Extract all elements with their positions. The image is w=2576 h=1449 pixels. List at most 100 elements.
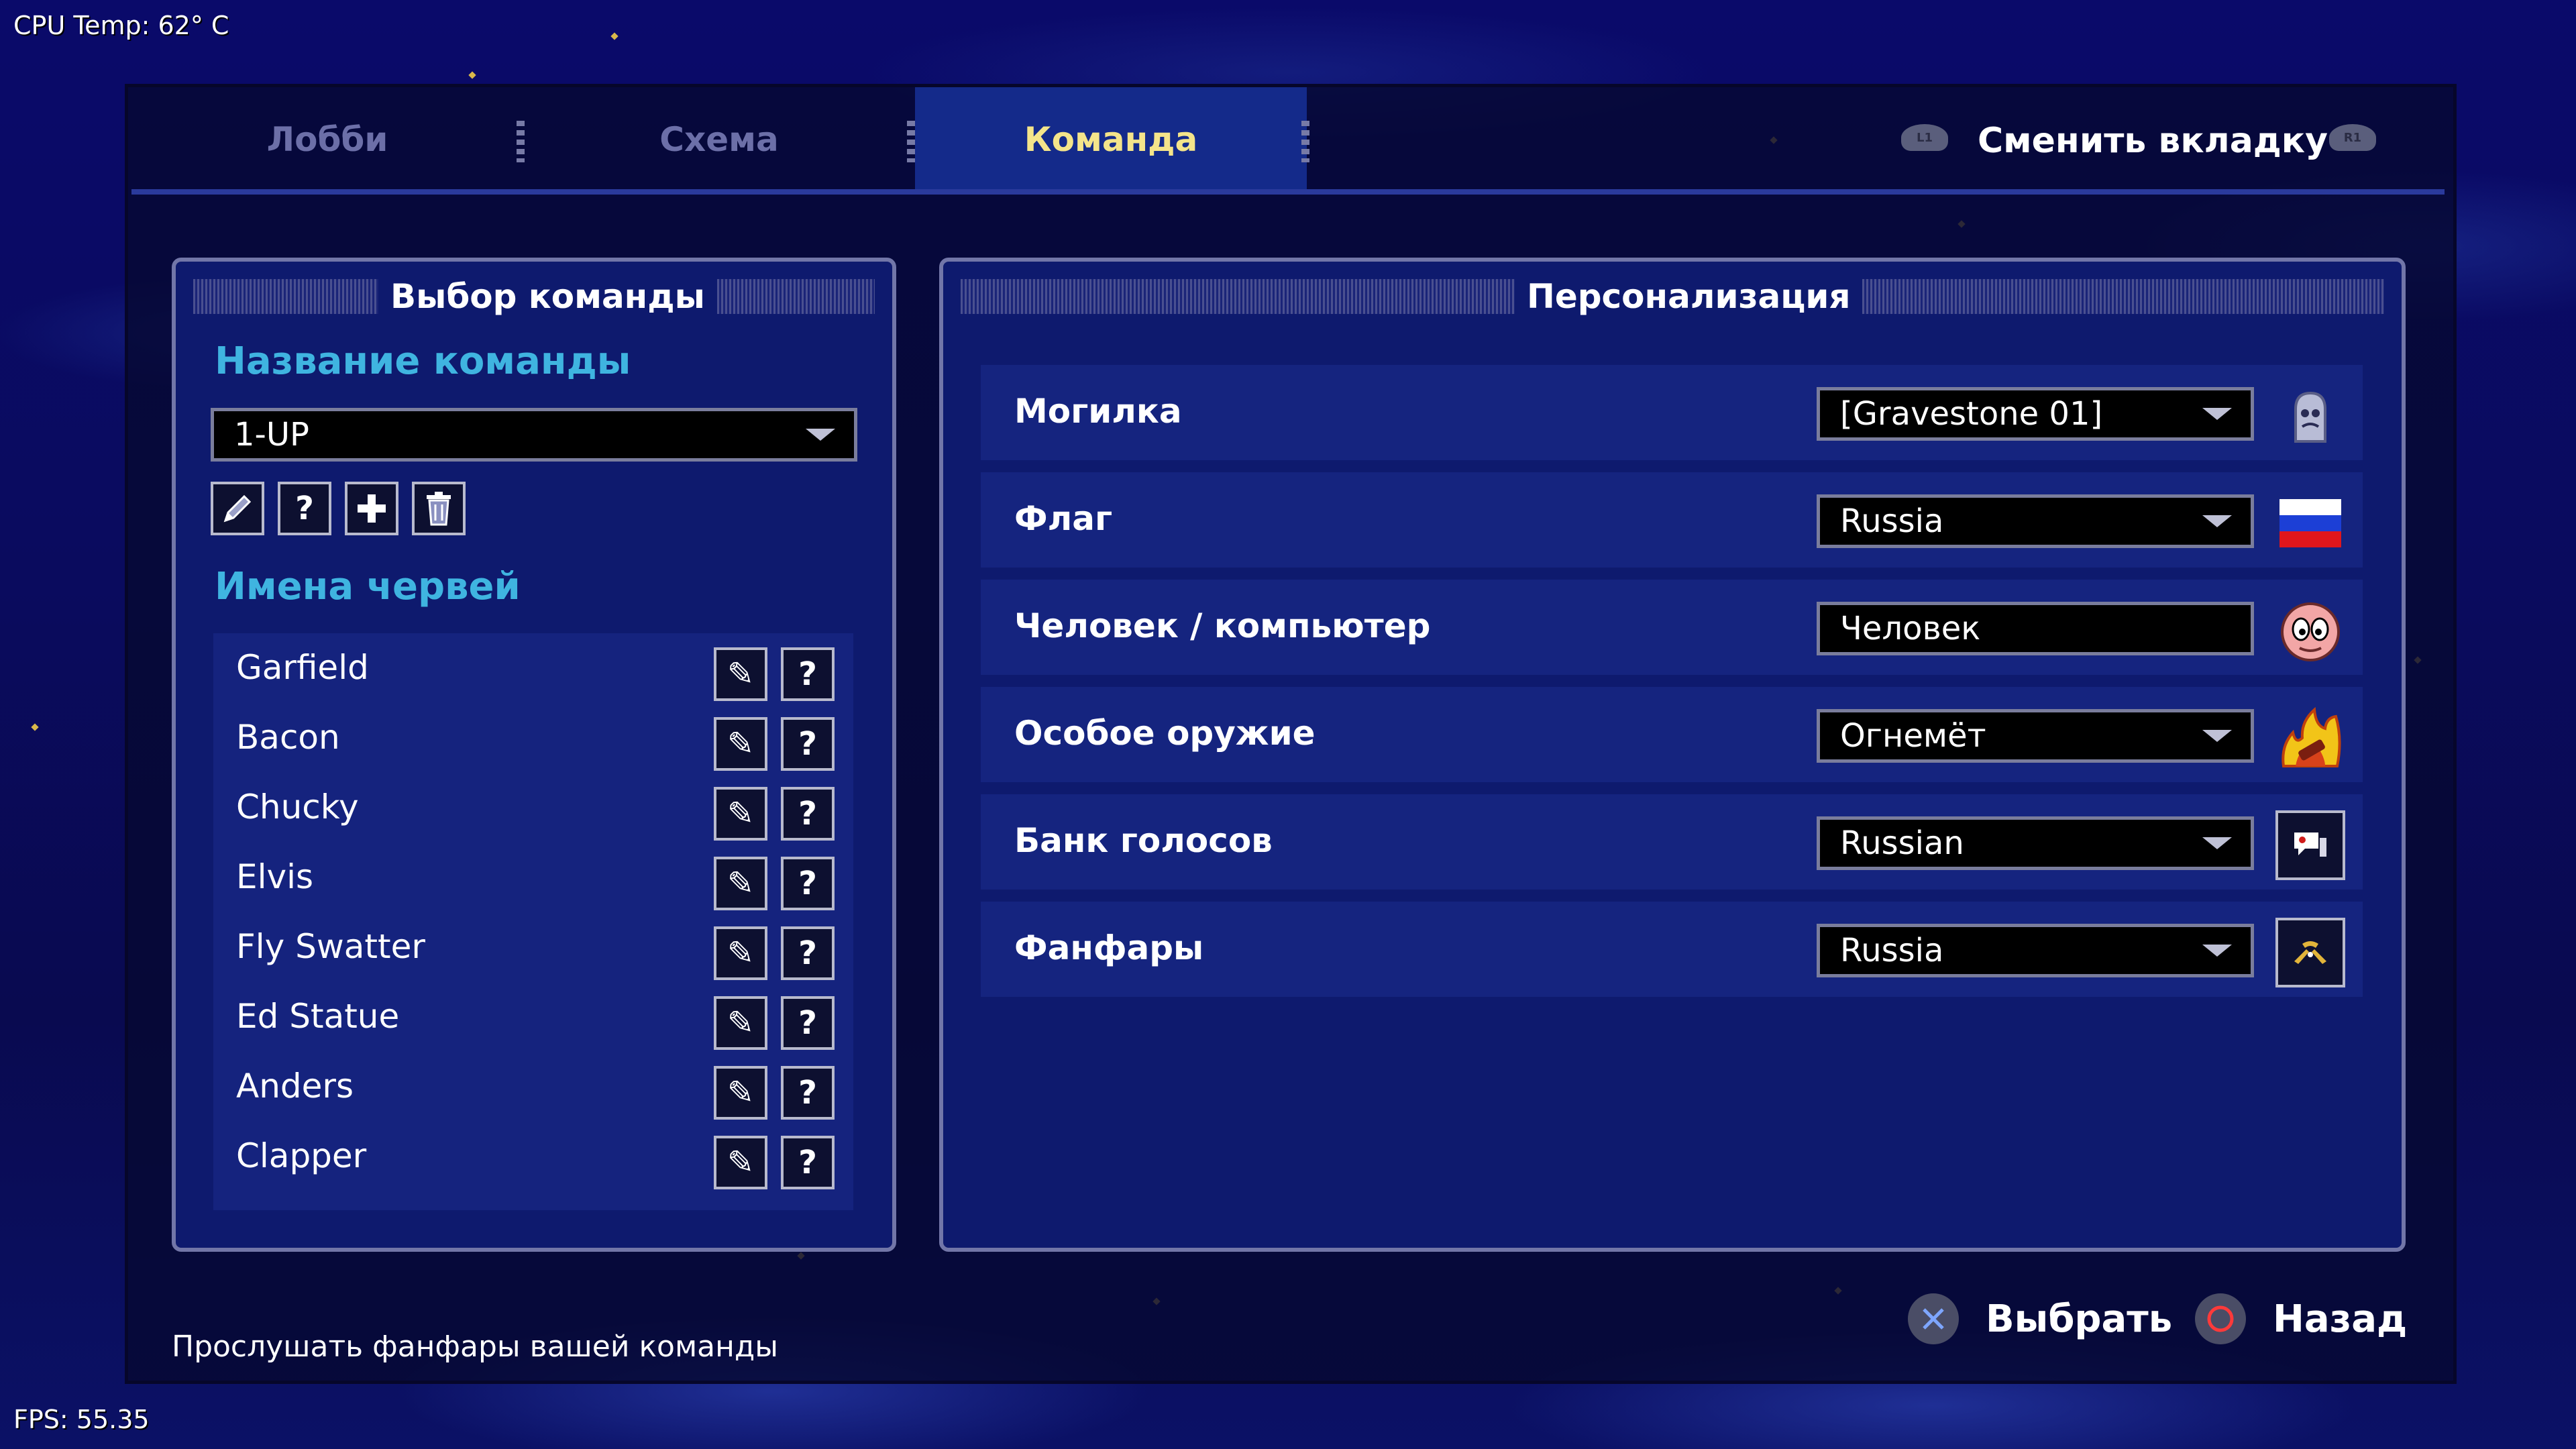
worm-help-button[interactable]: ? — [781, 1136, 835, 1189]
chevron-down-icon — [806, 429, 835, 441]
team-name-dropdown[interactable]: 1-UP — [211, 408, 857, 462]
tab-team[interactable]: Команда — [915, 87, 1307, 191]
chevron-down-icon — [2202, 837, 2232, 849]
pencil-icon: ✎ — [727, 725, 755, 763]
cross-button-icon[interactable] — [1908, 1293, 1959, 1344]
tab-bar-underline — [131, 189, 2445, 195]
edit-worm-button[interactable]: ✎ — [714, 1136, 767, 1189]
flamethrower-icon — [2275, 703, 2345, 773]
list-item: Bacon ✎ ? — [213, 703, 853, 773]
panel-header: Персонализация — [961, 277, 2384, 316]
add-team-button[interactable] — [345, 482, 398, 535]
worm-help-button[interactable]: ? — [781, 717, 835, 771]
edit-worm-button[interactable]: ✎ — [714, 996, 767, 1050]
voice-bank-dropdown[interactable]: Russian — [1817, 816, 2254, 870]
flag-dropdown[interactable]: Russia — [1817, 494, 2254, 548]
worm-name: Garfield — [236, 648, 369, 687]
pencil-icon: ✎ — [727, 1004, 755, 1042]
edit-worm-button[interactable]: ✎ — [714, 787, 767, 841]
personalization-title: Персонализация — [1527, 277, 1851, 316]
worm-names-label: Имена червей — [215, 565, 521, 608]
worm-name: Elvis — [236, 857, 314, 896]
team-name-value: 1-UP — [234, 416, 309, 453]
worm-face-icon — [2275, 596, 2345, 665]
edit-worm-button[interactable]: ✎ — [714, 1066, 767, 1120]
edit-worm-button[interactable]: ✎ — [714, 717, 767, 771]
l1-button-icon: L1 — [1901, 124, 1948, 151]
worm-name: Chucky — [236, 788, 359, 826]
flag-value: Russia — [1840, 502, 1944, 540]
human-computer-row[interactable]: Человек / компьютер Человек — [981, 580, 2363, 675]
pencil-icon: ✎ — [727, 865, 755, 902]
tab-lobby[interactable]: Лобби — [131, 87, 523, 191]
fanfare-value: Russia — [1840, 932, 1944, 969]
list-item: Clapper ✎ ? — [213, 1122, 853, 1191]
star-decoration — [610, 32, 619, 40]
back-button[interactable]: Назад — [2273, 1297, 2407, 1341]
star-decoration — [468, 71, 476, 79]
pencil-icon — [223, 494, 252, 523]
list-item: Elvis ✎ ? — [213, 843, 853, 912]
team-panel-title: Выбор команды — [390, 277, 705, 316]
tab-scheme[interactable]: Схема — [523, 87, 915, 191]
fanfare-row[interactable]: Фанфары Russia — [981, 902, 2363, 997]
worm-name: Bacon — [236, 718, 340, 757]
r1-button-icon: R1 — [2329, 124, 2376, 151]
gravestone-dropdown[interactable]: [Gravestone 01] — [1817, 387, 2254, 441]
worm-list: Garfield ✎ ? Bacon ✎ ? Chucky ✎ ? Elvis … — [213, 633, 853, 1210]
header-hatch — [193, 279, 378, 314]
special-weapon-dropdown[interactable]: Огнемёт — [1817, 709, 2254, 763]
fanfare-dropdown[interactable]: Russia — [1817, 924, 2254, 977]
human-computer-label: Человек / компьютер — [1014, 606, 1431, 645]
edit-worm-button[interactable]: ✎ — [714, 926, 767, 980]
human-computer-field[interactable]: Человек — [1817, 602, 2254, 655]
pencil-icon: ✎ — [727, 1144, 755, 1181]
worm-name: Fly Swatter — [236, 927, 425, 966]
footer-hint: Прослушать фанфары вашей команды — [172, 1330, 779, 1364]
worm-help-button[interactable]: ? — [781, 996, 835, 1050]
flag-row[interactable]: Флаг Russia — [981, 472, 2363, 568]
chevron-down-icon — [2202, 945, 2232, 957]
tab-separator — [1301, 121, 1309, 162]
chevron-down-icon — [2202, 515, 2232, 527]
flag-label: Флаг — [1014, 499, 1113, 538]
select-button[interactable]: Выбрать — [1986, 1297, 2172, 1341]
delete-team-button[interactable] — [412, 482, 466, 535]
team-name-label: Название команды — [215, 339, 631, 383]
tab-separator — [907, 121, 915, 162]
special-weapon-label: Особое оружие — [1014, 714, 1316, 753]
switch-tab-label: Сменить вкладку — [1978, 121, 2328, 161]
team-help-button[interactable]: ? — [278, 482, 331, 535]
header-hatch — [1862, 279, 2384, 314]
gravestone-row[interactable]: Могилка [Gravestone 01] — [981, 365, 2363, 460]
pencil-icon: ✎ — [727, 795, 755, 833]
worm-help-button[interactable]: ? — [781, 647, 835, 701]
plus-icon — [358, 494, 386, 523]
edit-team-button[interactable] — [211, 482, 264, 535]
fanfare-icon[interactable] — [2275, 918, 2345, 987]
gravestone-value: [Gravestone 01] — [1840, 395, 2103, 433]
pencil-icon: ✎ — [727, 934, 755, 972]
edit-worm-button[interactable]: ✎ — [714, 857, 767, 910]
circle-button-icon[interactable] — [2195, 1293, 2246, 1344]
speech-bubble-icon[interactable] — [2275, 810, 2345, 880]
chevron-down-icon — [2202, 408, 2232, 420]
panel-header: Выбор команды — [193, 277, 875, 316]
list-item: Garfield ✎ ? — [213, 633, 853, 703]
gravestone-label: Могилка — [1014, 392, 1182, 431]
voice-bank-value: Russian — [1840, 824, 1964, 862]
header-hatch — [961, 279, 1515, 314]
worm-help-button[interactable]: ? — [781, 926, 835, 980]
russia-flag-icon — [2275, 488, 2345, 558]
worm-help-button[interactable]: ? — [781, 1066, 835, 1120]
list-item: Anders ✎ ? — [213, 1052, 853, 1122]
list-item: Fly Swatter ✎ ? — [213, 912, 853, 982]
edit-worm-button[interactable]: ✎ — [714, 647, 767, 701]
chevron-down-icon — [2202, 730, 2232, 742]
voice-bank-row[interactable]: Банк голосов Russian — [981, 794, 2363, 890]
worm-help-button[interactable]: ? — [781, 857, 835, 910]
special-weapon-value: Огнемёт — [1840, 717, 1986, 755]
special-weapon-row[interactable]: Особое оружие Огнемёт — [981, 687, 2363, 782]
worm-help-button[interactable]: ? — [781, 787, 835, 841]
list-item: Chucky ✎ ? — [213, 773, 853, 843]
